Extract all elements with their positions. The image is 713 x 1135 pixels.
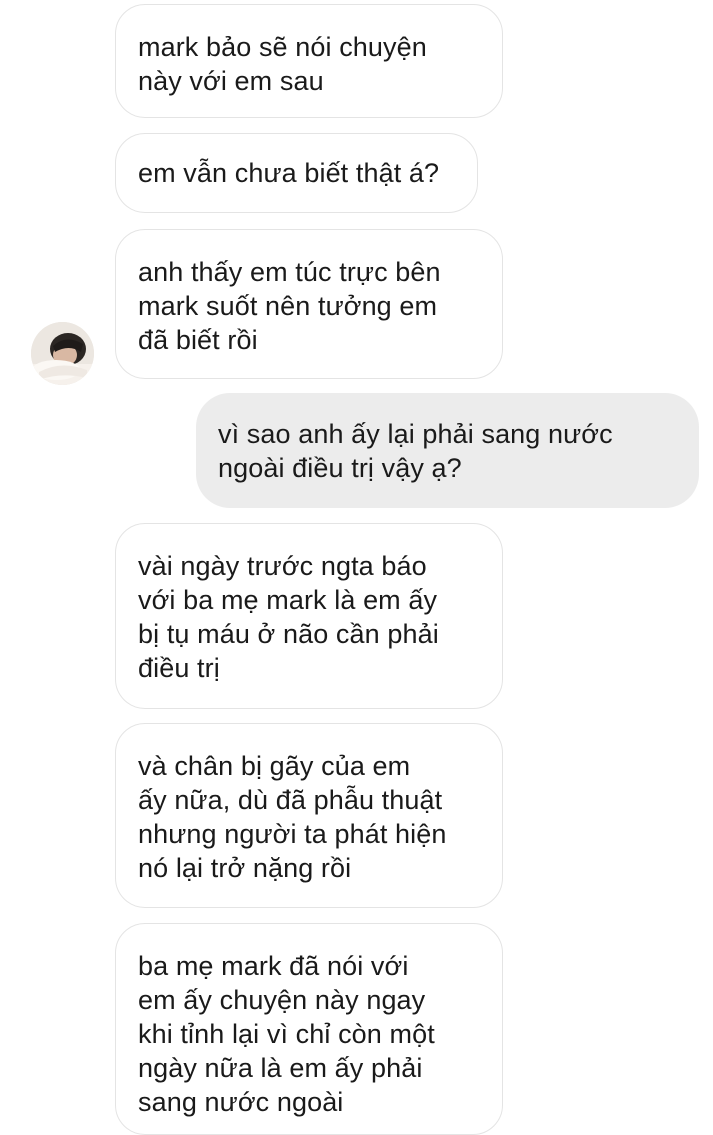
- contact-avatar[interactable]: [31, 322, 94, 385]
- message-bubble-outgoing[interactable]: vì sao anh ấy lại phải sang nước ngoài đ…: [196, 393, 699, 508]
- avatar-photo-icon: [31, 322, 94, 385]
- message-bubble-incoming[interactable]: mark bảo sẽ nói chuyện này với em sau: [115, 4, 503, 118]
- message-bubble-incoming[interactable]: anh thấy em túc trực bên mark suốt nên t…: [115, 229, 503, 379]
- message-bubble-incoming[interactable]: ba mẹ mark đã nói với em ấy chuyện này n…: [115, 923, 503, 1135]
- message-bubble-incoming[interactable]: em vẫn chưa biết thật á?: [115, 133, 478, 213]
- chat-thread: mark bảo sẽ nói chuyện này với em sau em…: [0, 0, 713, 1135]
- message-bubble-incoming[interactable]: vài ngày trước ngta báo với ba mẹ mark l…: [115, 523, 503, 709]
- message-bubble-incoming[interactable]: và chân bị gãy của em ấy nữa, dù đã phẫu…: [115, 723, 503, 908]
